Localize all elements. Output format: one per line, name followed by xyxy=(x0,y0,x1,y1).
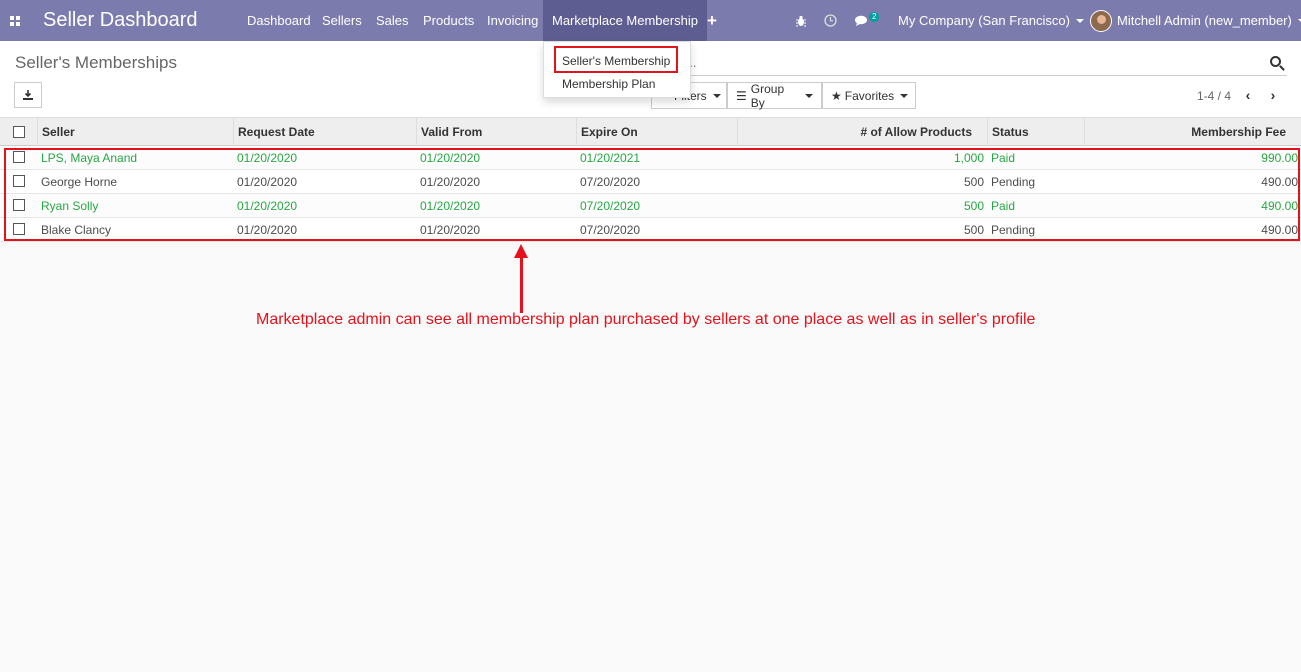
menu-sales[interactable]: Sales xyxy=(376,0,409,41)
chevron-down-icon xyxy=(805,93,813,98)
menu-sellers[interactable]: Sellers xyxy=(322,0,362,41)
download-icon xyxy=(23,90,33,100)
menu-invoicing[interactable]: Invoicing xyxy=(487,0,538,41)
top-navbar: Seller Dashboard Dashboard Sellers Sales… xyxy=(0,0,1301,41)
app-brand-title: Seller Dashboard xyxy=(43,9,198,31)
chat-count-badge: 2 xyxy=(869,12,880,22)
breadcrumb: Seller's Memberships xyxy=(15,53,177,72)
chevron-down-icon xyxy=(712,93,721,98)
column-header-request-date[interactable]: Request Date xyxy=(233,118,416,146)
column-header-expire-on[interactable]: Expire On xyxy=(576,118,737,146)
menu-marketplace-membership[interactable]: Marketplace Membership xyxy=(543,0,707,41)
chat-icon[interactable]: 2 xyxy=(855,0,881,41)
company-name: My Company (San Francisco) xyxy=(898,13,1070,28)
column-header-allow-products[interactable]: # of Allow Products xyxy=(737,118,987,146)
column-header-membership-fee[interactable]: Membership Fee xyxy=(1084,118,1301,146)
user-menu[interactable]: Mitchell Admin (new_member) xyxy=(1090,0,1301,41)
download-button[interactable] xyxy=(14,82,42,108)
star-icon: ★ xyxy=(831,88,842,103)
chevron-left-icon[interactable]: ‹ xyxy=(1241,87,1255,103)
chevron-right-icon[interactable]: › xyxy=(1266,87,1280,103)
clock-icon[interactable] xyxy=(824,0,837,41)
search-icon[interactable] xyxy=(1270,56,1281,67)
annotation-text: Marketplace admin can see all membership… xyxy=(256,311,1036,328)
chevron-down-icon xyxy=(900,93,909,98)
search-box xyxy=(680,50,1287,76)
favorites-label: Favorites xyxy=(844,88,895,103)
menu-products[interactable]: Products xyxy=(423,0,474,41)
column-header-seller[interactable]: Seller xyxy=(37,118,233,146)
dropdown-item-sellers-membership[interactable]: Seller's Membership xyxy=(562,54,670,68)
dropdown-item-membership-plan[interactable]: Membership Plan xyxy=(562,77,655,91)
column-header-valid-from[interactable]: Valid From xyxy=(416,118,576,146)
pager-value[interactable]: 1-4 / 4 xyxy=(1197,89,1231,103)
list-icon: ☰ xyxy=(736,88,747,103)
user-name: Mitchell Admin (new_member) xyxy=(1117,13,1292,28)
select-all-checkbox[interactable] xyxy=(13,126,25,138)
highlight-box xyxy=(4,148,1300,241)
plus-icon[interactable]: + xyxy=(707,0,717,41)
table-header: Seller Request Date Valid From Expire On… xyxy=(0,118,1301,146)
apps-menu-icon[interactable] xyxy=(8,0,22,41)
company-switcher[interactable]: My Company (San Francisco) xyxy=(898,0,1084,41)
arrow-shaft xyxy=(520,256,523,313)
avatar xyxy=(1090,9,1112,32)
search-input[interactable] xyxy=(680,50,1240,74)
column-header-status[interactable]: Status xyxy=(987,118,1084,146)
chevron-down-icon xyxy=(1075,18,1084,23)
menu-dashboard[interactable]: Dashboard xyxy=(247,0,311,41)
bug-icon[interactable] xyxy=(795,0,807,41)
membership-dropdown: Seller's Membership Membership Plan xyxy=(543,41,691,98)
group-by-label: Group By xyxy=(750,81,785,110)
group-by-button[interactable]: ☰ Group By xyxy=(727,81,822,110)
favorites-button[interactable]: ★ Favorites xyxy=(822,82,916,109)
